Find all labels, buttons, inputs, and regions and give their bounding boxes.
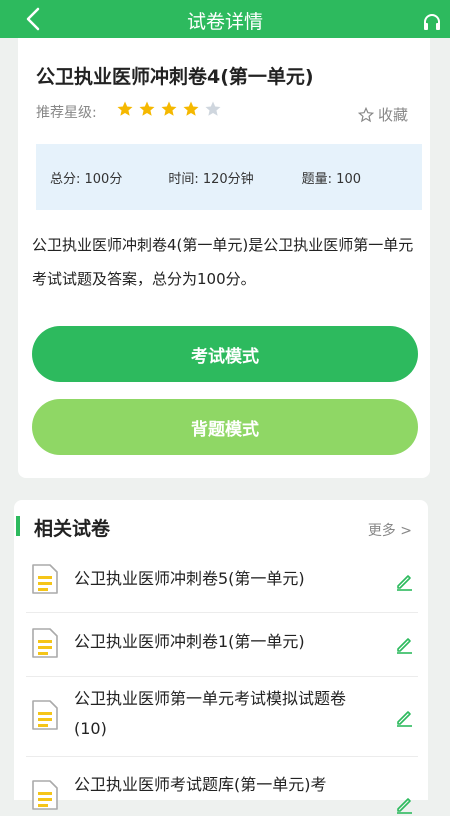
exam-stats-panel: 总分: 100分 时间: 120分钟 题量: 100 (36, 144, 422, 210)
related-exam-item[interactable]: 公卫执业医师冲刺卷1(第一单元) (26, 612, 418, 677)
star-outline-icon (357, 106, 374, 122)
document-icon (32, 564, 58, 594)
exam-mode-button[interactable]: 考试模式 (32, 326, 418, 382)
related-exams-card: 相关试卷 更多 > 公卫执业医师冲刺卷5(第一单元) 公卫执业医师冲刺卷1(第一… (14, 500, 428, 814)
document-icon (32, 780, 58, 810)
exam-description: 公卫执业医师冲刺卷4(第一单元)是公卫执业医师第一单元考试试题及答案，总分为10… (32, 236, 414, 288)
section-title: 相关试卷 (34, 518, 111, 540)
more-link[interactable]: 更多 > (368, 520, 412, 540)
page-title: 试卷详情 (186, 11, 263, 33)
pencil-icon[interactable] (394, 794, 414, 814)
exam-detail-card: 公卫执业医师冲刺卷4(第一单元) 推荐星级: 收藏 总分: 100分 时间: 1… (18, 38, 430, 478)
favorite-button[interactable]: 收藏 (357, 104, 408, 125)
pencil-icon[interactable] (394, 707, 414, 727)
exam-title: 公卫执业医师冲刺卷4(第一单元) (36, 66, 314, 88)
related-exam-name: 公卫执业医师第一单元考试模拟试题卷(10) (74, 689, 347, 738)
headphones-icon[interactable] (422, 12, 442, 32)
related-exam-item[interactable]: 公卫执业医师考试题库(第一单元)考 (26, 756, 418, 816)
section-accent-bar (16, 516, 20, 536)
star-empty-icon (205, 101, 221, 116)
related-exam-item[interactable]: 公卫执业医师第一单元考试模拟试题卷(10) (26, 676, 418, 757)
document-icon (32, 628, 58, 658)
document-icon (32, 700, 58, 730)
pencil-icon[interactable] (394, 571, 414, 591)
recite-mode-button[interactable]: 背题模式 (32, 399, 418, 455)
related-exam-name: 公卫执业医师考试题库(第一单元)考 (74, 775, 327, 794)
star-filled-icon (183, 101, 199, 116)
rating-stars (116, 100, 222, 118)
related-exam-name: 公卫执业医师冲刺卷1(第一单元) (74, 632, 305, 651)
pencil-icon[interactable] (394, 634, 414, 654)
favorite-label: 收藏 (377, 106, 408, 124)
rating-label: 推荐星级: (36, 105, 97, 121)
star-filled-icon (117, 101, 133, 116)
top-header: 试卷详情 (0, 0, 450, 38)
star-filled-icon (161, 101, 177, 116)
star-filled-icon (139, 101, 155, 116)
related-exam-name: 公卫执业医师冲刺卷5(第一单元) (74, 569, 305, 588)
total-score: 总分: 100分 (50, 171, 123, 187)
exam-time: 时间: 120分钟 (168, 171, 254, 187)
related-exam-item[interactable]: 公卫执业医师冲刺卷5(第一单元) (26, 550, 418, 613)
question-count: 题量: 100 (301, 171, 361, 187)
